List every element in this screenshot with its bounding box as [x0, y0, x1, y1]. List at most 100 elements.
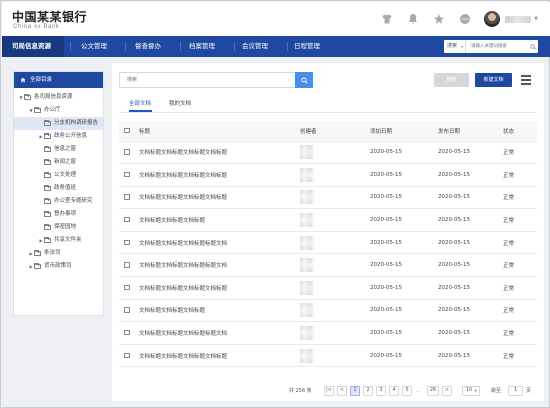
- nav-item-schedule[interactable]: 日程管理: [284, 36, 330, 57]
- tree-item[interactable]: ▶ 政务公开信息: [14, 130, 103, 143]
- col-header-status[interactable]: 状态: [503, 121, 537, 142]
- published-date: 2020-05-15: [438, 276, 503, 300]
- search-scope-select[interactable]: 搜索 ▾: [444, 40, 466, 53]
- search-scope-value: 搜索: [447, 43, 458, 49]
- avatar[interactable]: [484, 11, 501, 27]
- tree-item[interactable]: 政务值班: [14, 182, 103, 195]
- row-checkbox[interactable]: [124, 329, 130, 336]
- page-button-5[interactable]: 5: [402, 386, 412, 396]
- table-row[interactable]: 文档标题文档标题文档标题文档标题 2020-05-15 2020-05-15 正常: [119, 186, 537, 210]
- nav-item-supervision[interactable]: 督查督办: [125, 36, 171, 57]
- tree-item-label: 共享文件夹: [54, 237, 82, 243]
- nav-item-documents[interactable]: 公文管理: [71, 36, 117, 57]
- jump-page-input[interactable]: 1: [508, 386, 523, 396]
- doc-title[interactable]: 文档标题文档标题文档标题标题文档: [139, 321, 300, 345]
- col-header-added-date[interactable]: 添加日期: [370, 121, 438, 142]
- page-button-2[interactable]: 2: [363, 386, 373, 396]
- tree-item[interactable]: ▶ 货币政策司: [14, 260, 103, 273]
- doc-title[interactable]: 文档标题文档标题文档标题标题文档: [139, 231, 300, 255]
- table-row[interactable]: 文档标题文档标题文档标题标题文档 2020-05-15 2020-05-15 正常: [119, 253, 537, 278]
- doc-title[interactable]: 文档标题文档标题文档标题文档标题: [139, 344, 300, 368]
- page-size-select[interactable]: 10 ▼: [462, 386, 480, 396]
- tree-item[interactable]: 分支机构调研报告: [14, 117, 103, 130]
- doc-title[interactable]: 文档标题文档标题文档标题文档标题: [139, 276, 300, 300]
- bell-icon[interactable]: [404, 10, 422, 28]
- search-icon[interactable]: [528, 40, 538, 53]
- nav-item-meetings[interactable]: 会议管理: [232, 36, 278, 57]
- doc-title[interactable]: 文档标题文档标题文档标题文档标题: [139, 163, 300, 187]
- tree-item[interactable]: ▼ 各司局信息资源: [14, 91, 103, 104]
- page-button-1[interactable]: 1: [350, 386, 360, 396]
- tree-item[interactable]: 督办事项: [14, 208, 103, 221]
- col-header-published-date[interactable]: 发布日期: [438, 121, 503, 142]
- row-checkbox[interactable]: [124, 194, 130, 200]
- tree-item[interactable]: ▶ 条法司: [14, 247, 103, 260]
- table-row[interactable]: 文档标题文档标题文档标题标题文档 2020-05-15 2020-05-15 正常: [119, 321, 537, 345]
- table-row[interactable]: 文档标题文档标题文档标题文档标题 2020-05-15 2020-05-15 正常: [119, 344, 537, 368]
- doc-title[interactable]: 文档标题文档标题文档标题文档标题: [139, 186, 300, 210]
- row-checkbox[interactable]: [124, 352, 130, 359]
- select-all-checkbox[interactable]: [124, 127, 130, 134]
- table-row[interactable]: 文档标题文档标题文档标题 2020-05-15 2020-05-15 正常: [119, 299, 537, 323]
- new-document-button[interactable]: 新建文档: [475, 73, 512, 87]
- nav-item-archives[interactable]: 档案管理: [179, 36, 225, 57]
- status-text: 正常: [503, 321, 537, 345]
- added-date: 2020-05-15: [370, 186, 438, 210]
- next-page-button[interactable]: >: [442, 386, 452, 396]
- tree-item[interactable]: 公文处理: [14, 169, 103, 182]
- row-checkbox[interactable]: [124, 307, 130, 313]
- search-button[interactable]: [295, 72, 313, 88]
- tree-item[interactable]: 信息之窗: [14, 143, 103, 156]
- row-checkbox[interactable]: [124, 284, 130, 291]
- tree-item[interactable]: 新闻之窗: [14, 156, 103, 169]
- tree-item[interactable]: ▼ 办公厅: [14, 104, 103, 117]
- col-header-creator[interactable]: 创建者: [300, 121, 370, 142]
- table-row[interactable]: 文档标题文档标题文档标题文档标题 2020-05-15 2020-05-15 正常: [119, 276, 537, 300]
- nav-search-input[interactable]: [466, 40, 528, 53]
- tree-item[interactable]: 保密园地: [14, 221, 103, 234]
- doc-title[interactable]: 文档标题文档标题文档标题: [139, 299, 300, 323]
- row-checkbox[interactable]: [124, 216, 130, 223]
- star-icon[interactable]: [430, 10, 448, 28]
- tab-all-docs[interactable]: 全部文档: [129, 99, 151, 109]
- col-header-title[interactable]: 标题: [139, 121, 300, 142]
- list-view-icon[interactable]: [521, 74, 533, 86]
- doc-search-input[interactable]: [120, 73, 295, 87]
- row-checkbox[interactable]: [124, 239, 130, 246]
- doc-title[interactable]: 文档标题文档标题文档标题标题文档: [139, 253, 300, 278]
- doc-title[interactable]: 文档标题文档标题文档标题文档标题: [139, 141, 300, 165]
- folder-icon: [44, 224, 51, 230]
- nav-item-resources[interactable]: 司局信息资源: [2, 36, 64, 57]
- table-row[interactable]: 文档标题文档标题文档标题文档标题 2020-05-15 2020-05-15 正常: [119, 141, 537, 165]
- table-row[interactable]: 文档标题文档标题文档标题标题文档 2020-05-15 2020-05-15 正常: [119, 231, 537, 255]
- folder-icon: [44, 159, 51, 165]
- tree-item[interactable]: 办公室专题研究: [14, 195, 103, 208]
- sidebar-header[interactable]: 全部目录: [14, 72, 103, 88]
- page-button-3[interactable]: 3: [376, 386, 386, 396]
- status-text: 正常: [503, 231, 537, 255]
- chevron-down-icon[interactable]: ▼: [534, 16, 538, 22]
- top-header: 中国某某银行 China xx Bank ▼: [2, 2, 550, 36]
- last-page-number-button[interactable]: 26: [427, 386, 439, 396]
- row-checkbox[interactable]: [124, 262, 130, 268]
- creator-redacted: [300, 326, 314, 341]
- first-page-button[interactable]: |<: [324, 386, 334, 396]
- app-window: 中国某某银行 China xx Bank ▼ 司局信息资源 公文管理 督查督办: [0, 0, 550, 408]
- tree-item[interactable]: ▶ 共享文件夹: [14, 234, 103, 247]
- shirt-icon[interactable]: [378, 10, 396, 28]
- delete-button[interactable]: 删除: [434, 73, 469, 87]
- folder-icon: [34, 250, 41, 256]
- row-checkbox[interactable]: [124, 171, 130, 178]
- tree-item-label: 分支机构调研报告: [54, 120, 99, 126]
- prev-page-button[interactable]: <: [337, 386, 347, 396]
- folder-icon: [44, 237, 51, 243]
- table-row[interactable]: 文档标题文档标题文档标题 2020-05-15 2020-05-15 正常: [119, 208, 537, 232]
- tab-my-docs[interactable]: 我的文档: [169, 99, 191, 109]
- table-row[interactable]: 文档标题文档标题文档标题文档标题 2020-05-15 2020-05-15 正常: [119, 163, 537, 187]
- doc-title[interactable]: 文档标题文档标题文档标题: [139, 208, 300, 232]
- user-name-redacted[interactable]: [505, 15, 532, 23]
- more-icon[interactable]: [456, 10, 474, 28]
- row-checkbox[interactable]: [124, 149, 130, 155]
- page-button-4[interactable]: 4: [389, 386, 399, 396]
- added-date: 2020-05-15: [370, 208, 438, 232]
